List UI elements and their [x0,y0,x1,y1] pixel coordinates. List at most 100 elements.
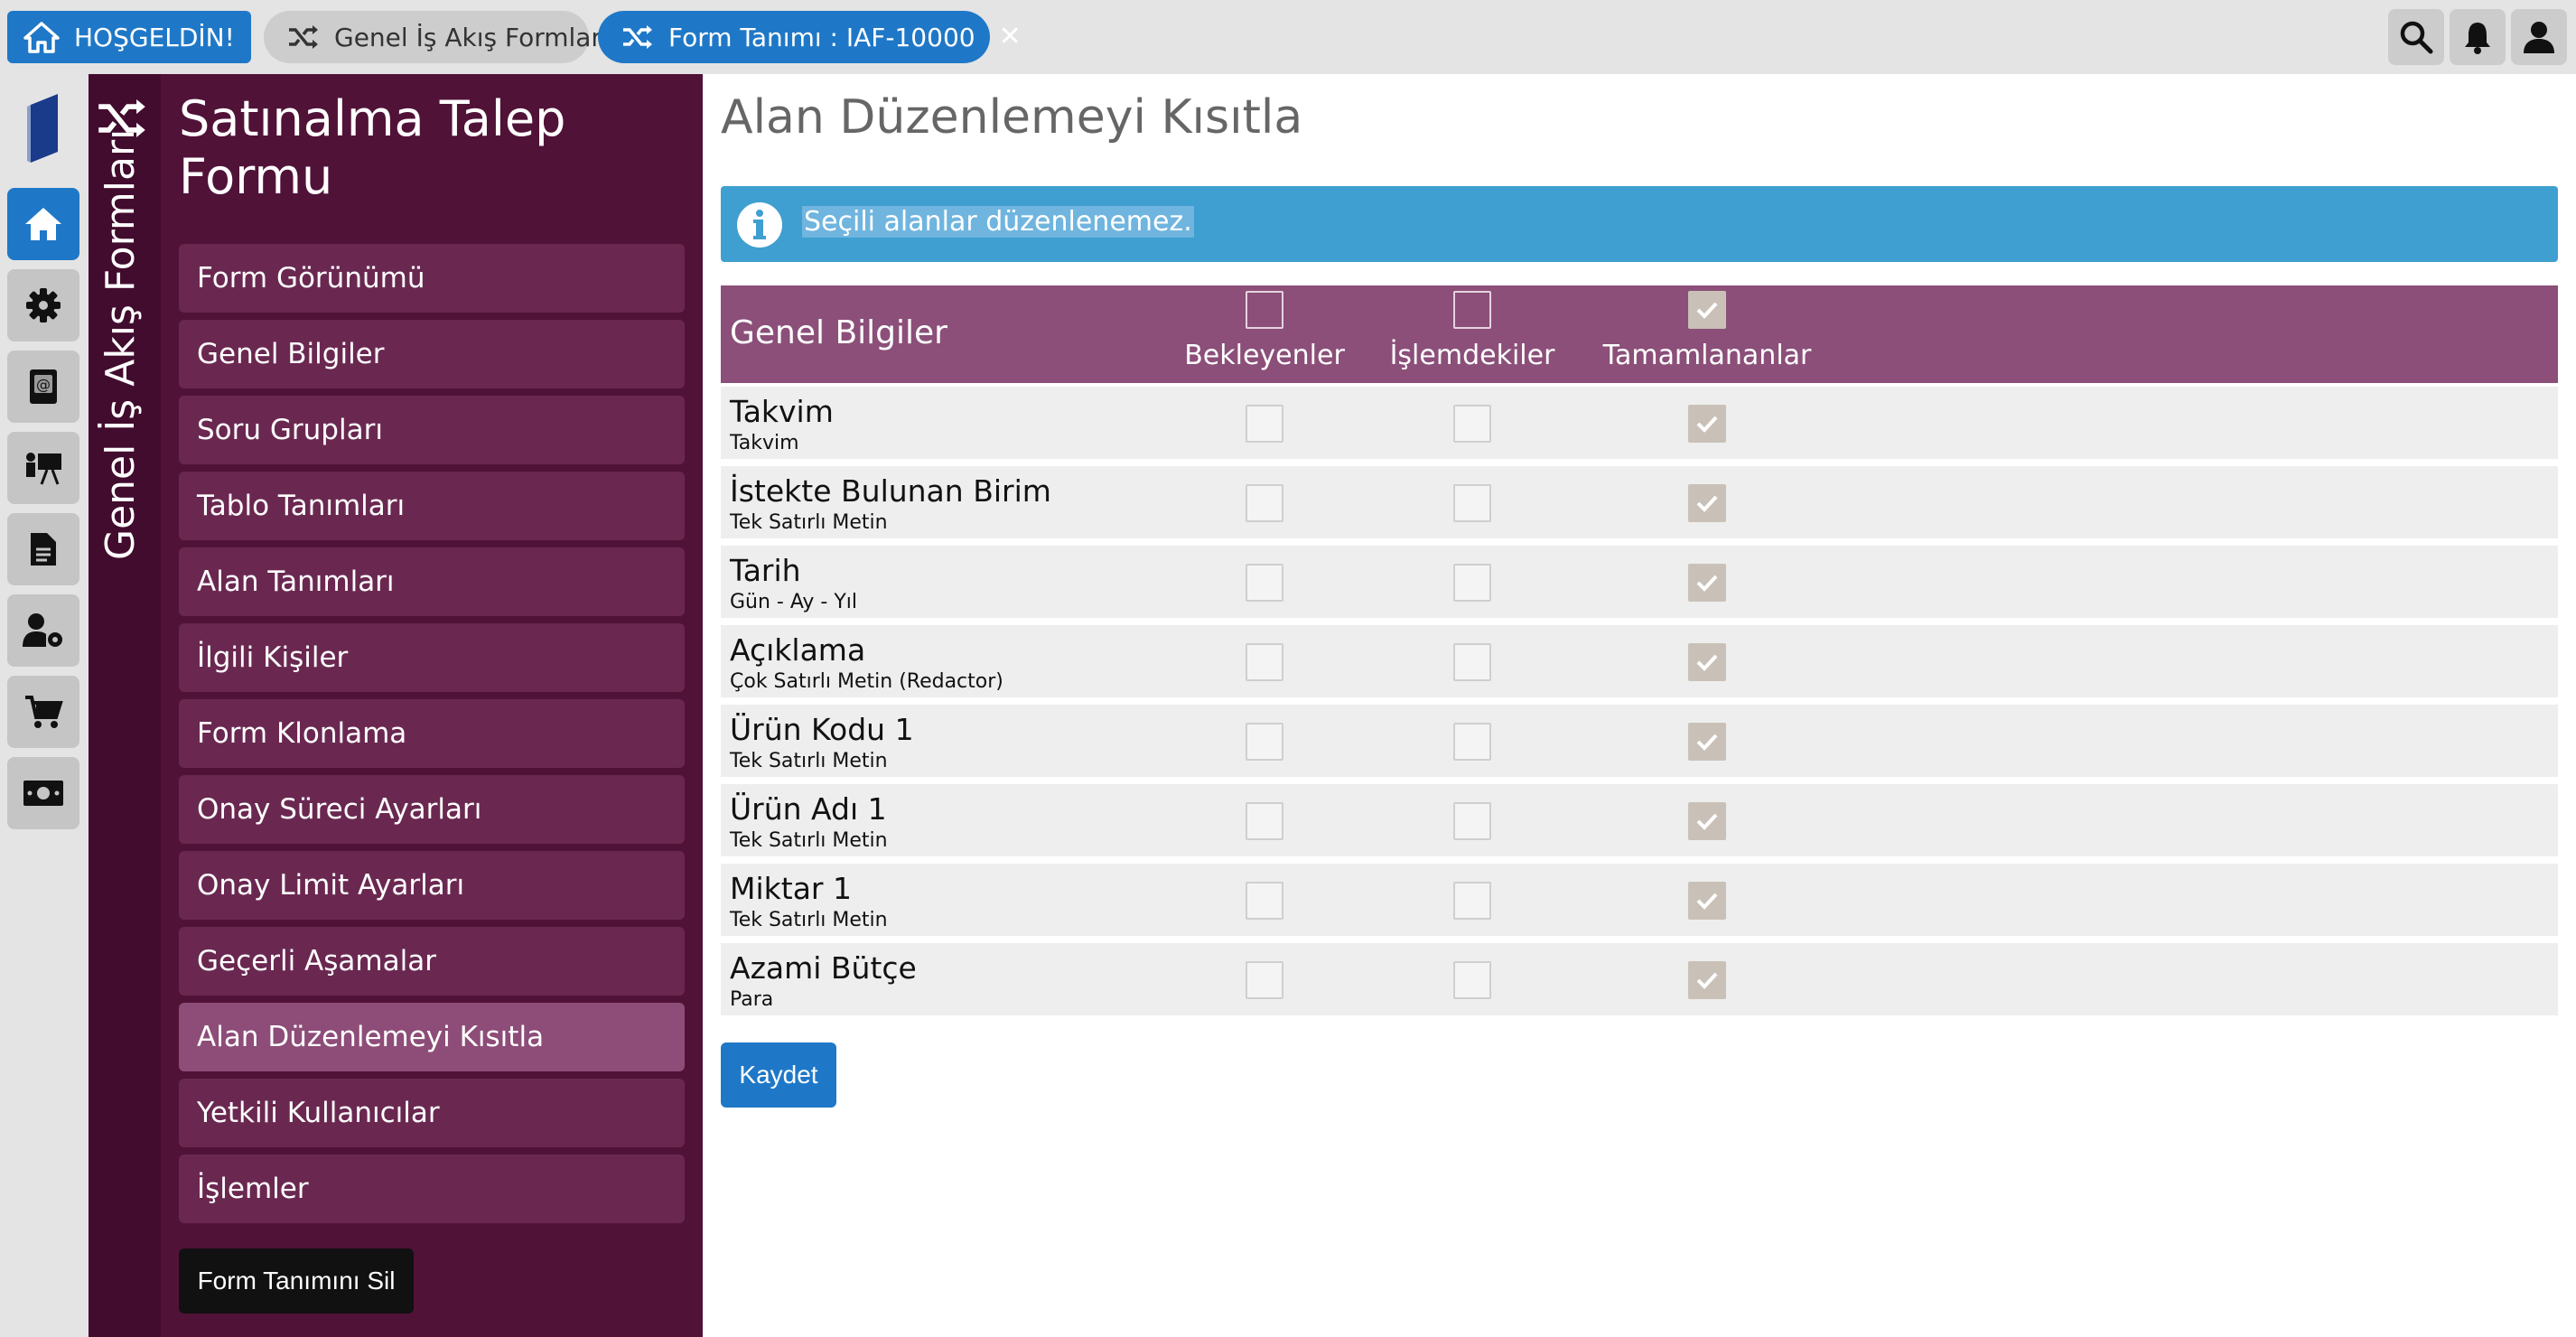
column-header: İşlemdekiler [1364,291,1581,371]
sidebar-item-label: Soru Grupları [197,414,383,446]
field-name: Azami Bütçe [730,950,917,986]
restrict-checkbox[interactable] [1453,723,1491,761]
column-select-all-checkbox[interactable] [1246,291,1283,329]
column-select-all-checkbox[interactable] [1453,291,1491,329]
restrict-checkbox[interactable] [1453,484,1491,522]
restrict-checkbox[interactable] [1453,405,1491,443]
rail-cart-button[interactable] [7,676,79,748]
table-row: Açıklama Çok Satırlı Metin (Redactor) [721,625,2558,697]
sidebar-item-label: Form Görünümü [197,262,425,295]
field-type: Tek Satırlı Metin [730,511,888,534]
search-icon [2400,21,2433,54]
form-title: Satınalma Talep Formu [179,90,566,205]
rail-settings-button[interactable] [7,269,79,341]
tab-welcome[interactable]: HOŞGELDİN! [7,11,251,63]
restrict-checkbox[interactable] [1688,882,1726,920]
top-bar: HOŞGELDİN! Genel İş Akış Formları Form T… [0,0,2576,74]
table-row: Miktar 1 Tek Satırlı Metin [721,864,2558,936]
tab-form-definition[interactable]: Form Tanımı : IAF-10000 ✕ [598,11,1022,63]
sidebar-item[interactable]: Onay Süreci Ayarları [179,775,685,844]
rail-document-button[interactable] [7,513,79,585]
restrict-checkbox[interactable] [1453,882,1491,920]
home-icon [23,22,60,53]
sidebar-item-label: Tablo Tanımları [197,490,406,522]
tab-general-flows[interactable]: Genel İş Akış Formları [264,11,609,63]
notifications-button[interactable] [2450,9,2506,65]
page-title: Alan Düzenlemeyi Kısıtla [721,90,1303,145]
svg-text:@: @ [36,376,51,393]
shuffle-icon [289,25,318,49]
sidebar-item-label: İşlemler [197,1173,309,1205]
sidebar-item[interactable]: Genel Bilgiler [179,320,685,388]
sidebar-item-label: İlgili Kişiler [197,641,349,674]
restrict-checkbox[interactable] [1246,723,1283,761]
delete-form-button[interactable]: Form Tanımını Sil [179,1248,414,1314]
sidebar-item-label: Genel Bilgiler [197,338,385,370]
rail-user-settings-button[interactable] [7,594,79,667]
restrict-checkbox[interactable] [1246,405,1283,443]
section-title: Genel Bilgiler [730,314,947,351]
restrict-checkbox[interactable] [1688,643,1726,681]
restrict-checkbox[interactable] [1246,484,1283,522]
field-name: Ürün Kodu 1 [730,712,914,747]
rail-contacts-button[interactable]: @ [7,351,79,423]
search-button[interactable] [2388,9,2444,65]
sidebar-item-label: Onay Süreci Ayarları [197,793,482,826]
sidebar-item[interactable]: İlgili Kişiler [179,623,685,692]
restrict-checkbox[interactable] [1688,564,1726,602]
sidebar-item[interactable]: İşlemler [179,1155,685,1223]
field-type: Çok Satırlı Metin (Redactor) [730,670,1003,693]
user-menu-button[interactable] [2511,9,2567,65]
table-row: Azami Bütçe Para [721,943,2558,1015]
restrict-checkbox[interactable] [1453,802,1491,840]
restrict-checkbox[interactable] [1688,484,1726,522]
close-icon[interactable]: ✕ [999,23,1022,51]
field-type: Takvim [730,432,799,454]
restrict-checkbox[interactable] [1688,961,1726,999]
restrict-checkbox[interactable] [1453,961,1491,999]
restrict-checkbox[interactable] [1246,802,1283,840]
save-button[interactable]: Kaydet [721,1042,836,1108]
rail-money-button[interactable] [7,757,79,829]
restrict-checkbox[interactable] [1453,564,1491,602]
table-row: Tarih Gün - Ay - Yıl [721,546,2558,618]
sidebar-item[interactable]: Form Klonlama [179,699,685,768]
info-text: Seçili alanlar düzenlenemez. [802,206,1194,238]
field-name: Tarih [730,553,801,588]
table-row: İstekte Bulunan Birim Tek Satırlı Metin [721,466,2558,538]
field-type: Para [730,988,774,1011]
restrict-checkbox[interactable] [1246,961,1283,999]
book-icon [27,94,58,163]
sidebar-item[interactable]: Tablo Tanımları [179,472,685,540]
restrict-checkbox[interactable] [1246,643,1283,681]
bell-icon [2465,23,2490,54]
sidebar-item[interactable]: Form Görünümü [179,244,685,313]
restrict-checkbox[interactable] [1688,405,1726,443]
restrict-checkbox[interactable] [1246,882,1283,920]
sidebar-item[interactable]: Alan Tanımları [179,547,685,616]
cart-icon [25,696,63,728]
sidebar-item[interactable]: Geçerli Aşamalar [179,927,685,996]
column-select-all-checkbox[interactable] [1688,291,1726,329]
restrict-checkbox[interactable] [1688,802,1726,840]
tab-form-definition-label: Form Tanımı : IAF-10000 [668,22,975,52]
rail-home-button[interactable] [7,188,79,260]
sidebar-item[interactable]: Yetkili Kullanıcılar [179,1079,685,1147]
rail-presentation-button[interactable] [7,432,79,504]
field-name: Açıklama [730,632,866,668]
field-name: İstekte Bulunan Birim [730,473,1051,509]
restrict-checkbox[interactable] [1453,643,1491,681]
sidebar-item[interactable]: Soru Grupları [179,396,685,464]
sidebar-item-label: Onay Limit Ayarları [197,869,465,902]
user-icon [2524,22,2554,53]
restrict-checkbox[interactable] [1688,723,1726,761]
user-settings-icon [23,613,62,647]
sidebar-item[interactable]: Alan Düzenlemeyi Kısıtla [179,1003,685,1071]
sidebar-item-label: Yetkili Kullanıcılar [197,1097,440,1129]
sidebar-item[interactable]: Onay Limit Ayarları [179,851,685,920]
sidebar-item-label: Alan Düzenlemeyi Kısıtla [197,1021,545,1053]
money-icon [23,781,63,806]
restrict-checkbox[interactable] [1246,564,1283,602]
field-type: Tek Satırlı Metin [730,750,888,772]
sidebar-item-label: Geçerli Aşamalar [197,945,436,977]
